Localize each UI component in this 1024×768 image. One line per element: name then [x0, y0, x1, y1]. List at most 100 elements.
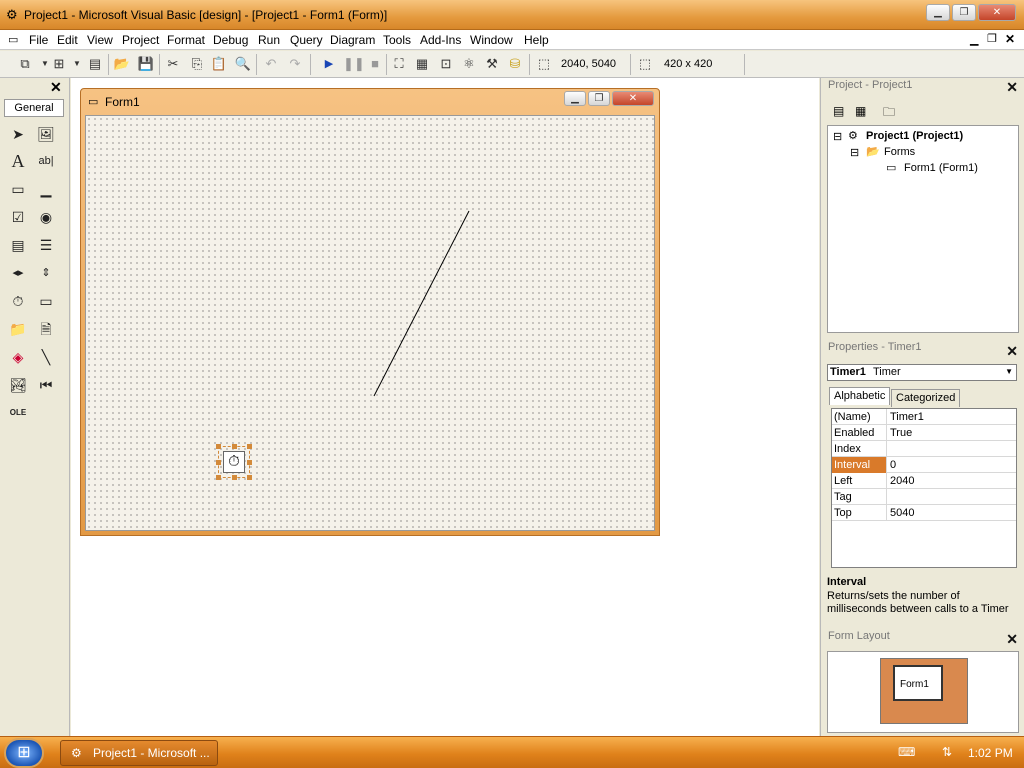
copy-icon[interactable]: ⎘ — [188, 55, 206, 73]
form-design-surface[interactable]: ⏱ — [85, 115, 655, 531]
project-pane-close-icon[interactable]: ✕ — [1006, 79, 1018, 96]
label-tool-icon[interactable]: A — [7, 150, 29, 172]
property-row[interactable]: Left 2040 — [832, 473, 1016, 489]
tree-expander-icon[interactable]: ⊟ — [850, 146, 859, 159]
properties-pane-close-icon[interactable]: ✕ — [1006, 343, 1018, 360]
hscrollbar-tool-icon[interactable]: ◂▸ — [7, 262, 29, 284]
line-control[interactable] — [86, 116, 656, 532]
object-selector[interactable]: Timer1 Timer ▼ — [827, 364, 1017, 381]
form-minimize-button[interactable]: ▁ — [564, 91, 586, 106]
property-row[interactable]: Enabled True — [832, 425, 1016, 441]
data-view-icon[interactable]: ⛁ — [506, 55, 524, 73]
layout-form-preview[interactable]: Form1 — [893, 665, 943, 701]
menu-format[interactable]: Format — [167, 33, 205, 47]
menu-help[interactable]: Help — [524, 33, 549, 47]
checkbox-tool-icon[interactable]: ☑ — [7, 206, 29, 228]
property-row[interactable]: (Name) Timer1 — [832, 409, 1016, 425]
mdi-minimize-button[interactable]: ▁ — [970, 33, 978, 46]
toolbox-general-tab[interactable]: General — [4, 99, 64, 117]
menu-diagram[interactable]: Diagram — [330, 33, 375, 47]
optionbutton-tool-icon[interactable]: ◉ — [35, 206, 57, 228]
cut-icon[interactable]: ✂ — [164, 55, 182, 73]
view-code-icon[interactable]: ▤ — [833, 104, 844, 118]
project-explorer-icon[interactable]: ⛶ — [390, 55, 408, 73]
form-layout-icon[interactable]: ⊡ — [437, 55, 455, 73]
timer-control[interactable]: ⏱ — [216, 444, 252, 480]
drivelistbox-tool-icon[interactable]: ▭ — [35, 290, 57, 312]
minimize-button[interactable]: ▁ — [926, 4, 950, 21]
keyboard-icon[interactable]: ⌨ — [898, 745, 915, 759]
form-close-button[interactable]: ✕ — [612, 91, 654, 106]
menu-edit[interactable]: Edit — [57, 33, 78, 47]
menu-run[interactable]: Run — [258, 33, 280, 47]
menu-project[interactable]: Project — [122, 33, 159, 47]
property-row[interactable]: Top 5040 — [832, 505, 1016, 521]
textbox-tool-icon[interactable]: ab| — [35, 150, 57, 172]
pointer-tool-icon[interactable]: ➤ — [7, 123, 29, 145]
menu-window[interactable]: Window — [470, 33, 513, 47]
menu-file[interactable]: File — [29, 33, 48, 47]
menu-tools[interactable]: Tools — [383, 33, 411, 47]
filelistbox-tool-icon[interactable]: 🗎 — [35, 318, 57, 340]
menu-editor-icon[interactable]: ▤ — [86, 55, 104, 73]
commandbutton-tool-icon[interactable]: ▁ — [35, 178, 57, 200]
taskbar-app-button[interactable]: ⚙ Project1 - Microsoft ... — [60, 740, 218, 766]
dirlistbox-tool-icon[interactable]: 📁 — [7, 318, 29, 340]
tab-categorized[interactable]: Categorized — [891, 389, 961, 407]
network-icon[interactable]: ⇅ — [942, 745, 952, 759]
listbox-tool-icon[interactable]: ☰ — [35, 234, 57, 256]
menu-debug[interactable]: Debug — [213, 33, 248, 47]
add-form-icon[interactable]: ⊞ — [50, 55, 68, 73]
property-row[interactable]: Index — [832, 441, 1016, 457]
find-icon[interactable]: 🔍 — [234, 55, 252, 73]
property-value[interactable]: Timer1 — [890, 411, 924, 423]
dropdown-arrow-icon[interactable]: ▼ — [68, 55, 86, 73]
mdi-restore-button[interactable]: ❐ — [987, 32, 997, 45]
toolbox-close-icon[interactable]: ✕ — [50, 79, 62, 96]
property-value[interactable]: 5040 — [890, 507, 914, 519]
object-browser-icon[interactable]: ⚛ — [460, 55, 478, 73]
close-button[interactable]: ✕ — [978, 4, 1016, 21]
system-clock[interactable]: 1:02 PM — [968, 746, 1013, 760]
menu-view[interactable]: View — [87, 33, 113, 47]
chevron-down-icon[interactable]: ▼ — [1005, 367, 1013, 376]
toolbox-icon[interactable]: ⚒ — [483, 55, 501, 73]
form-maximize-button[interactable]: ❐ — [588, 91, 610, 106]
menu-query[interactable]: Query — [290, 33, 323, 47]
form-layout-close-icon[interactable]: ✕ — [1006, 631, 1018, 648]
maximize-button[interactable]: ❐ — [952, 4, 976, 21]
image-tool-icon[interactable]: 🏞 — [7, 374, 29, 396]
paste-icon[interactable]: 📋 — [210, 55, 228, 73]
tree-item-form1[interactable]: Form1 (Form1) — [904, 162, 978, 174]
properties-window-icon[interactable]: ▦ — [413, 55, 431, 73]
end-icon[interactable]: ■ — [366, 55, 384, 73]
combobox-tool-icon[interactable]: ▤ — [7, 234, 29, 256]
menu-addins[interactable]: Add-Ins — [420, 33, 461, 47]
tree-folder-forms[interactable]: Forms — [884, 146, 915, 158]
data-tool-icon[interactable]: ⏮ — [35, 374, 57, 396]
timer-tool-icon[interactable]: ⏱ — [7, 290, 29, 312]
break-icon[interactable]: ❚❚ — [343, 55, 365, 73]
vscrollbar-tool-icon[interactable]: ⇕ — [35, 262, 57, 284]
ole-tool-icon[interactable]: OLE — [7, 402, 29, 424]
open-project-icon[interactable]: 📂 — [113, 55, 131, 73]
toggle-folders-icon[interactable]: 🗀 — [883, 103, 895, 124]
property-row[interactable]: Interval 0 — [832, 457, 1016, 473]
view-object-icon[interactable]: ▦ — [855, 104, 866, 118]
property-value[interactable]: True — [890, 427, 912, 439]
frame-tool-icon[interactable]: ▭ — [7, 178, 29, 200]
line-tool-icon[interactable]: ╲ — [35, 346, 57, 368]
property-value[interactable]: 0 — [890, 459, 896, 471]
property-row[interactable]: Tag — [832, 489, 1016, 505]
start-button[interactable]: ⊞ — [4, 738, 44, 768]
title-bar[interactable]: ⚙ Project1 - Microsoft Visual Basic [des… — [0, 0, 1024, 30]
start-icon[interactable]: ▶ — [320, 55, 338, 73]
mdi-close-button[interactable]: ✕ — [1005, 32, 1015, 46]
form1-designer-window[interactable]: ▭ Form1 ▁ ❐ ✕ ⏱ — [80, 88, 660, 536]
redo-icon[interactable]: ↷ — [286, 55, 304, 73]
tree-expander-icon[interactable]: ⊟ — [833, 130, 842, 143]
tree-project-root[interactable]: Project1 (Project1) — [866, 130, 963, 142]
add-project-icon[interactable]: ⧉ — [16, 55, 34, 73]
picturebox-tool-icon[interactable]: 🖼 — [35, 123, 57, 145]
property-value[interactable]: 2040 — [890, 475, 914, 487]
